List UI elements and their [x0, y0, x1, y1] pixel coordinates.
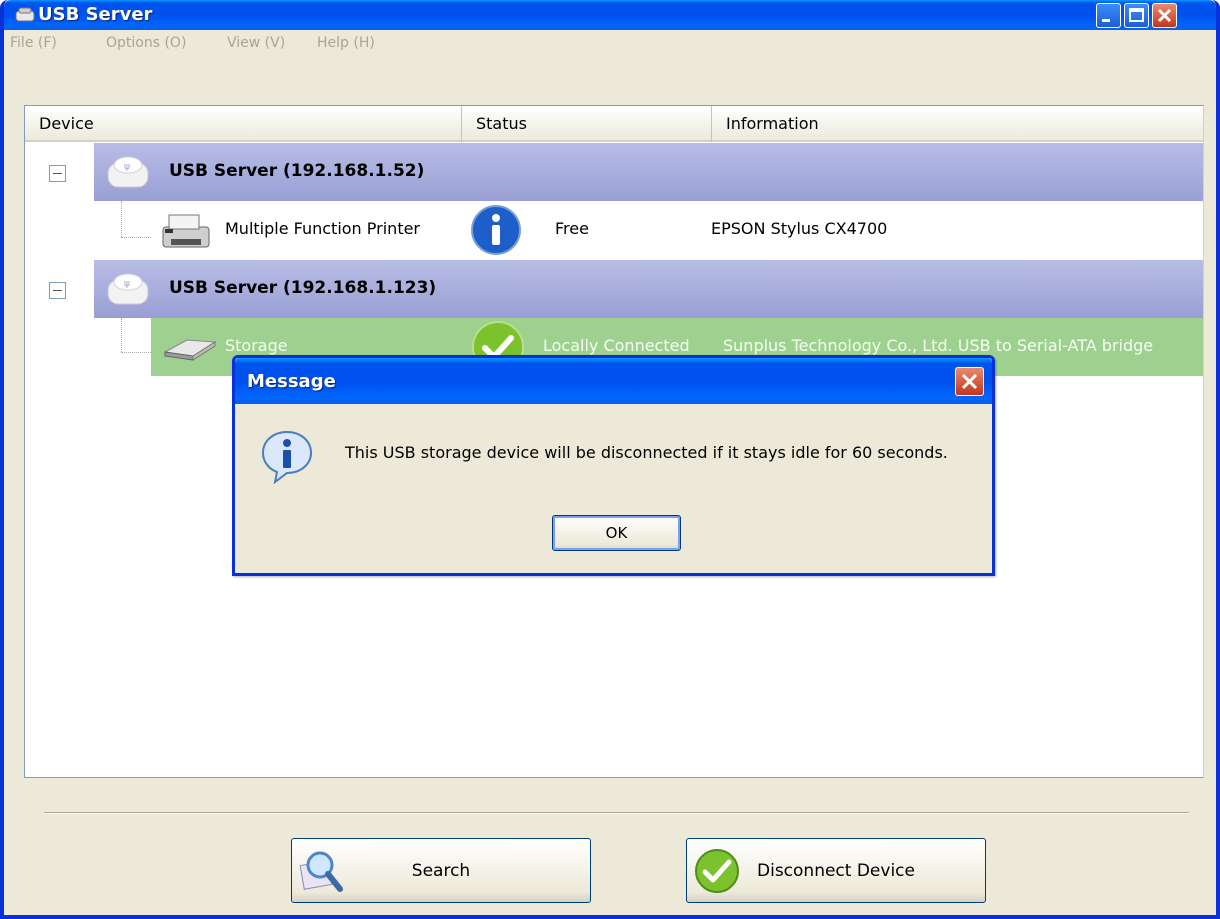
- collapse-toggle[interactable]: [49, 165, 66, 182]
- usb-server-icon: ψ: [107, 273, 149, 305]
- server-row[interactable]: ψ USB Server (192.168.1.52): [94, 143, 1203, 201]
- info-bubble-icon: [261, 430, 313, 484]
- ok-button[interactable]: OK: [552, 515, 681, 551]
- drive-icon: [163, 339, 217, 361]
- info-icon: [471, 205, 521, 255]
- column-header-device[interactable]: Device: [25, 106, 461, 142]
- dialog-title-bar[interactable]: Message: [235, 358, 992, 404]
- tree-line: [121, 318, 122, 352]
- close-button[interactable]: [1152, 3, 1177, 28]
- device-row[interactable]: Multiple Function Printer Free EPSON Sty…: [25, 201, 1203, 259]
- device-name: Multiple Function Printer: [225, 219, 421, 238]
- server-row[interactable]: ψ USB Server (192.168.1.123): [94, 260, 1203, 318]
- svg-text:ψ: ψ: [124, 162, 130, 172]
- device-information: Sunplus Technology Co., Ltd. USB to Seri…: [723, 336, 1154, 355]
- menu-view[interactable]: View (V): [227, 35, 285, 51]
- column-header-status[interactable]: Status: [461, 106, 711, 142]
- device-status: Free: [555, 219, 589, 238]
- minimize-icon: [1102, 19, 1110, 22]
- disconnect-button-label: Disconnect Device: [757, 861, 915, 881]
- title-bar[interactable]: USB Server: [4, 0, 1216, 30]
- message-dialog: Message This USB storage device will be …: [232, 355, 995, 576]
- menu-help[interactable]: Help (H): [317, 35, 375, 51]
- maximize-icon: [1129, 8, 1144, 22]
- menu-bar: File (F) Options (O) View (V) Help (H): [4, 30, 1216, 58]
- printer-icon: [162, 214, 210, 248]
- close-icon: [1157, 8, 1172, 23]
- menu-options[interactable]: Options (O): [106, 35, 186, 51]
- device-status: Locally Connected: [543, 336, 690, 355]
- close-icon: [961, 373, 978, 390]
- tree-line: [121, 352, 151, 353]
- usb-server-icon: [15, 7, 35, 22]
- maximize-button[interactable]: [1124, 3, 1149, 28]
- dialog-title: Message: [247, 371, 336, 392]
- device-name: Storage: [225, 336, 288, 355]
- svg-text:ψ: ψ: [124, 279, 130, 289]
- window-title: USB Server: [38, 4, 153, 25]
- separator: [44, 812, 1189, 814]
- disconnect-device-button[interactable]: Disconnect Device: [686, 838, 986, 903]
- menu-file[interactable]: File (F): [10, 35, 57, 51]
- dialog-close-button[interactable]: [955, 367, 984, 396]
- search-button[interactable]: Search: [291, 838, 591, 903]
- search-button-label: Search: [411, 861, 471, 881]
- device-information: EPSON Stylus CX4700: [711, 219, 888, 238]
- server-label: USB Server (192.168.1.123): [169, 278, 437, 298]
- collapse-toggle[interactable]: [49, 282, 66, 299]
- server-label: USB Server (192.168.1.52): [169, 161, 425, 181]
- list-header: Device Status Information: [25, 106, 1203, 142]
- dialog-message: This USB storage device will be disconne…: [345, 443, 948, 462]
- minimize-button[interactable]: [1096, 3, 1121, 28]
- usb-server-icon: ψ: [107, 156, 149, 188]
- column-header-information[interactable]: Information: [711, 106, 1203, 142]
